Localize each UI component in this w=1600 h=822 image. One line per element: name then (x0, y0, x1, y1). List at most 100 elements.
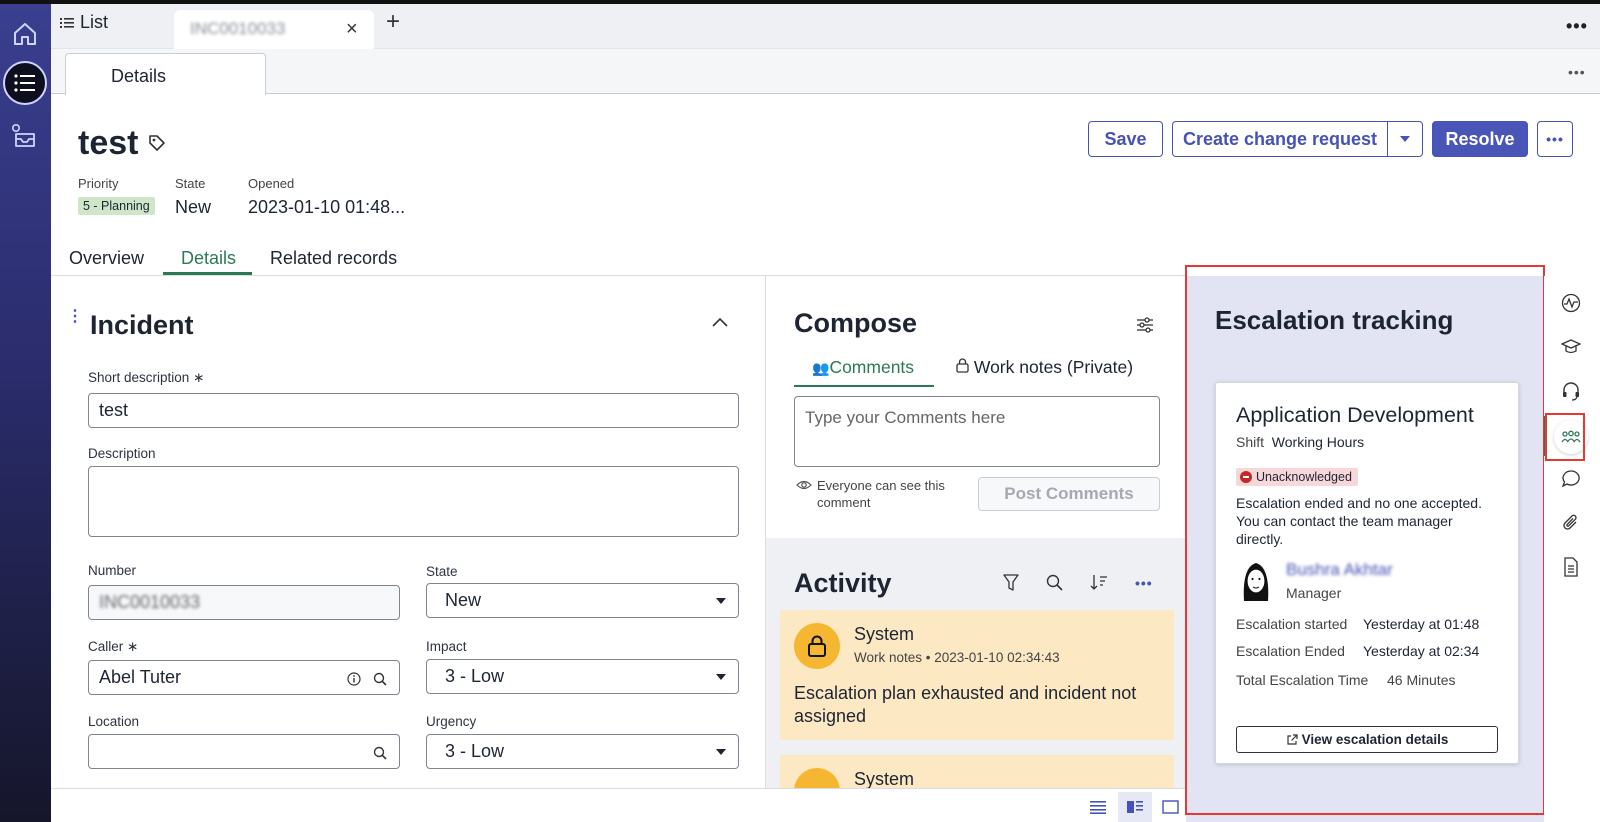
split-view-button[interactable] (1118, 792, 1152, 822)
priority-label: Priority (78, 176, 119, 191)
more-icon[interactable]: ••• (1566, 16, 1588, 37)
short-description-label: Short description ∗ (88, 370, 205, 385)
number-field: INC0010033 (88, 585, 400, 620)
more-actions-icon: ••• (1546, 131, 1564, 147)
activity-meta: Work notes • 2023-01-10 02:34:43 (854, 650, 1060, 665)
urgency-label: Urgency (426, 714, 477, 729)
tab-related-records[interactable]: Related records (270, 248, 397, 269)
chat-icon[interactable] (1558, 466, 1584, 492)
urgency-select-value: 3 - Low (445, 741, 505, 761)
escalation-group: Application Development (1236, 403, 1474, 427)
state-value: New (175, 197, 212, 217)
document-icon[interactable] (1558, 554, 1584, 580)
users-icon: 👥 (812, 360, 830, 376)
tab-overview[interactable]: Overview (69, 248, 144, 269)
impact-label: Impact (426, 639, 467, 654)
filter-icon[interactable] (1003, 574, 1019, 597)
description-textarea[interactable] (88, 466, 739, 537)
priority-badge: 5 - Planning (78, 197, 155, 215)
location-label: Location (88, 714, 140, 729)
chevron-down-icon (716, 598, 726, 604)
record-title: test (78, 124, 139, 162)
activity-entry: System Work notes • 2023-01-10 02:34:43 … (780, 610, 1174, 740)
eye-icon (796, 478, 812, 496)
activity-author: System (854, 624, 915, 644)
tab-work-notes-label: Work notes (Private) (973, 357, 1134, 377)
impact-select-value: 3 - Low (445, 666, 505, 686)
caller-label: Caller ∗ (88, 639, 139, 654)
tab-record[interactable]: INC0010033 × (174, 10, 374, 49)
state-label: State (175, 176, 206, 191)
list-view-icon[interactable] (1090, 800, 1106, 819)
tab-comments[interactable]: 👥Comments (794, 357, 934, 387)
more-actions-button[interactable]: ••• (1537, 121, 1573, 157)
search-icon[interactable] (1046, 574, 1063, 596)
single-view-icon[interactable] (1162, 800, 1179, 819)
comments-textarea[interactable]: Type your Comments here (794, 396, 1160, 467)
activity-more-icon[interactable]: ••• (1135, 575, 1153, 591)
opened-label: Opened (248, 176, 295, 191)
home-icon[interactable] (3, 12, 47, 56)
activity-text: Escalation plan exhausted and incident n… (794, 683, 1137, 726)
sort-icon[interactable] (1090, 574, 1108, 596)
state-field-label: State (426, 564, 458, 579)
section-title: Incident (90, 310, 194, 340)
tab-details-page[interactable]: Details (65, 53, 266, 95)
highlight-box (1545, 413, 1585, 461)
external-link-icon (1286, 733, 1298, 745)
view-escalation-details-label: View escalation details (1301, 732, 1449, 747)
number-label: Number (88, 563, 137, 578)
search-icon[interactable] (373, 744, 387, 765)
settings-sliders-icon[interactable] (1136, 316, 1154, 339)
create-change-request-button[interactable]: Create change request (1172, 121, 1388, 157)
tab-record-label: INC0010033 (190, 19, 286, 38)
close-icon[interactable]: × (346, 18, 358, 41)
status-badge: Unacknowledged (1236, 468, 1358, 486)
search-icon[interactable] (373, 670, 387, 691)
location-input[interactable] (88, 734, 400, 769)
caller-input[interactable]: Abel Tuter (88, 660, 400, 695)
info-icon[interactable] (347, 670, 361, 691)
description-label: Description (88, 446, 156, 461)
tag-icon[interactable] (148, 134, 166, 157)
total-time-value: 46 Minutes (1387, 672, 1456, 688)
create-change-dropdown-button[interactable] (1387, 121, 1423, 157)
list-nav-icon[interactable] (3, 61, 47, 105)
manager-name[interactable]: Bushra Akhtar (1286, 560, 1393, 580)
collapse-icon[interactable] (712, 314, 728, 332)
chevron-down-icon (716, 749, 726, 755)
escalation-started-label: Escalation started (1236, 616, 1348, 632)
escalation-ended-value: Yesterday at 02:34 (1363, 643, 1480, 659)
activity-author: System (854, 769, 915, 788)
escalation-card: Application Development Shift Working Ho… (1215, 382, 1519, 764)
tab-work-notes[interactable]: Work notes (Private) (956, 357, 1133, 378)
add-tab-icon[interactable]: + (386, 10, 400, 34)
bottom-bar (51, 788, 1186, 822)
tab-list[interactable]: List (60, 12, 108, 33)
inbox-icon[interactable] (3, 114, 47, 158)
impact-select[interactable]: 3 - Low (426, 659, 739, 694)
view-escalation-details-button[interactable]: View escalation details (1236, 726, 1498, 753)
total-time-label: Total Escalation Time (1236, 672, 1369, 688)
headset-icon[interactable] (1558, 378, 1584, 404)
activity-entry: System (780, 755, 1174, 788)
subtab-more-icon[interactable]: ••• (1568, 64, 1586, 80)
subtab-bar (51, 49, 1600, 94)
state-select[interactable]: New (426, 583, 739, 618)
urgency-select[interactable]: 3 - Low (426, 734, 739, 769)
resolve-button[interactable]: Resolve (1432, 121, 1528, 157)
avatar (1236, 557, 1276, 605)
drag-handle-icon[interactable]: ⋮ (67, 309, 83, 325)
escalation-message: Escalation ended and no one accepted. Yo… (1236, 495, 1482, 547)
minus-circle-icon (1240, 471, 1252, 483)
left-nav-rail (0, 4, 51, 822)
list-icon (60, 17, 74, 28)
save-button[interactable]: Save (1088, 121, 1163, 157)
activity-pulse-icon[interactable] (1558, 290, 1584, 316)
post-comments-button[interactable]: Post Comments (978, 477, 1160, 511)
paperclip-icon[interactable] (1558, 510, 1584, 536)
tab-details[interactable]: Details (181, 248, 236, 269)
graduation-cap-icon[interactable] (1558, 334, 1584, 360)
short-description-input[interactable]: test (88, 393, 739, 428)
caller-value: Abel Tuter (99, 667, 182, 687)
